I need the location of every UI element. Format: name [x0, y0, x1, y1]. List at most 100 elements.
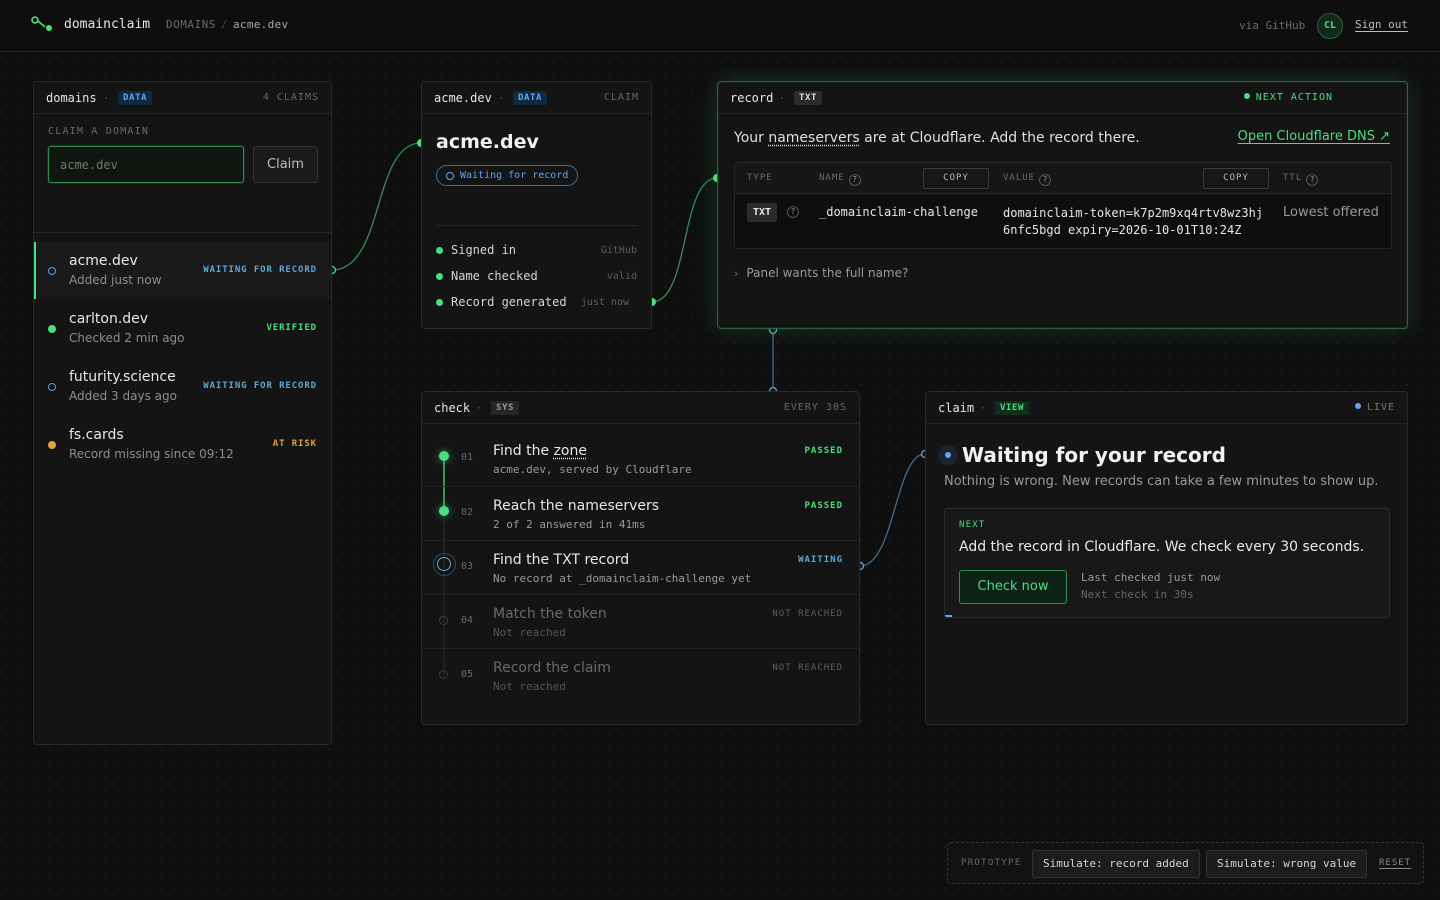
col-value-label: VALUE — [1003, 173, 1036, 183]
check-step-01: 01 Find the zone acme.dev, served by Clo… — [422, 432, 859, 486]
col-name: NAME? — [819, 173, 861, 186]
breadcrumb-root[interactable]: DOMAINS — [166, 18, 216, 31]
view-panel-header: claim · VIEW LIVE — [926, 392, 1407, 424]
domain-name: carlton.dev — [69, 311, 149, 327]
check-step-03: 03 Find the TXT record No record at _dom… — [422, 540, 859, 594]
domain-item-futurity[interactable]: futurity.science Added 3 days ago WAITIN… — [34, 358, 331, 415]
step-title: Record the claim — [493, 660, 611, 676]
checklist-meta: just now — [580, 297, 629, 308]
help-icon[interactable]: ? — [1039, 174, 1052, 186]
step-node — [439, 506, 449, 516]
checklist-label: Name checked — [451, 269, 538, 283]
domain-name: futurity.science — [69, 369, 176, 385]
nameservers-link[interactable]: nameservers — [768, 130, 859, 146]
panel-title: acme.dev — [434, 91, 492, 105]
step-number: 05 — [461, 669, 474, 680]
record-panel: record · TXT NEXT ACTION Your nameserver… — [717, 81, 1408, 329]
live-indicator: LIVE — [1355, 402, 1395, 413]
step-node — [439, 616, 448, 625]
step-title: Find the TXT record — [493, 552, 630, 568]
title-dot: · — [104, 91, 108, 105]
domain-item-fscards[interactable]: fs.cards Record missing since 09:12 AT R… — [34, 416, 331, 473]
status-badge: WAITING FOR RECORD — [203, 265, 317, 275]
avatar[interactable]: CL — [1317, 13, 1343, 39]
step-title: Reach the nameservers — [493, 498, 660, 514]
breadcrumb: DOMAINS / acme.dev — [166, 18, 288, 31]
status-dot — [48, 267, 56, 275]
next-check-progress-bar — [945, 615, 952, 617]
brand-name[interactable]: domainclaim — [64, 17, 150, 32]
divider — [436, 225, 637, 226]
check-now-button[interactable]: Check now — [959, 570, 1067, 604]
status-dot — [48, 325, 56, 333]
checklist-label: Record generated — [451, 295, 567, 309]
record-panel-header: record · TXT NEXT ACTION — [718, 82, 1407, 114]
domain-sub: Added 3 days ago — [69, 389, 177, 403]
status-badge: WAITING FOR RECORD — [203, 381, 317, 391]
panel-title: claim — [938, 401, 975, 415]
check-panel: check · SYS EVERY 30S 01 Find the zone a… — [421, 391, 860, 725]
copy-value-button[interactable]: COPY — [1203, 168, 1269, 189]
step-title-text: Find the — [493, 443, 554, 459]
claim-panel-header: acme.dev · DATA CLAIM — [422, 82, 651, 114]
checklist-item: Signed in GitHub — [436, 242, 637, 258]
col-name-label: NAME — [819, 173, 845, 183]
check-dot — [436, 299, 443, 306]
help-icon[interactable]: ? — [787, 206, 799, 218]
title-dot: · — [780, 91, 784, 105]
panel-kind: CLAIM — [603, 92, 639, 103]
message-prefix: Your — [734, 130, 764, 146]
claim-domain-input[interactable] — [48, 146, 244, 183]
status-badge: AT RISK — [272, 439, 317, 449]
simulate-wrong-value-button[interactable]: Simulate: wrong value — [1206, 850, 1368, 878]
claim-detail-panel: acme.dev · DATA CLAIM acme.dev Waiting f… — [421, 81, 652, 329]
domain-item-acme[interactable]: acme.dev Added just now WAITING FOR RECO… — [34, 242, 331, 299]
next-step-card: NEXT Add the record in Cloudflare. We ch… — [944, 508, 1390, 618]
status-dot — [48, 383, 56, 391]
chevron-right-icon: › — [734, 267, 739, 280]
sys-tag: SYS — [491, 401, 520, 415]
auth-provider: via GitHub — [1239, 19, 1306, 32]
full-name-disclosure[interactable]: › Panel wants the full name? — [734, 266, 908, 280]
record-value[interactable]: domainclaim-token=k7p2m9xq4rtv8wz3hj 6nf… — [1003, 205, 1273, 239]
open-cloudflare-dns-link[interactable]: Open Cloudflare DNS ↗ — [1238, 129, 1390, 144]
next-instruction: Add the record in Cloudflare. We check e… — [959, 539, 1365, 555]
domain-name: acme.dev — [69, 253, 138, 269]
wire-claim-to-record — [651, 177, 718, 303]
record-type-badge: TXT — [747, 203, 778, 222]
wire-domains-to-claim — [331, 142, 422, 271]
title-dot: · — [981, 401, 985, 415]
check-interval: EVERY 30S — [783, 402, 847, 413]
simulate-record-added-button[interactable]: Simulate: record added — [1032, 850, 1200, 878]
panel-title: domains — [46, 91, 97, 105]
step-detail: acme.dev, served by Cloudflare — [493, 463, 692, 476]
sign-out-link[interactable]: Sign out — [1355, 18, 1408, 31]
step-number: 04 — [461, 615, 474, 626]
help-icon[interactable]: ? — [848, 174, 861, 186]
breadcrumb-separator: / — [220, 18, 228, 31]
prototype-toolbar: PROTOTYPE Simulate: record added Simulat… — [947, 842, 1424, 884]
check-step-05: 05 Record the claim Not reached NOT REAC… — [422, 648, 859, 702]
zone-link[interactable]: zone — [554, 443, 587, 459]
claim-button[interactable]: Claim — [253, 146, 318, 183]
help-icon[interactable]: ? — [1306, 174, 1319, 186]
status-dot — [48, 441, 56, 449]
record-ttl: Lowest offered — [1283, 205, 1379, 220]
step-node — [439, 670, 448, 679]
checklist-label: Signed in — [451, 243, 517, 257]
reset-link[interactable]: RESET — [1379, 858, 1411, 868]
step-number: 02 — [461, 507, 474, 518]
step-detail: No record at _domainclaim-challenge yet — [493, 572, 752, 585]
check-dot — [436, 247, 443, 254]
record-name[interactable]: _domainclaim-challenge — [819, 205, 978, 219]
domain-item-carlton[interactable]: carlton.dev Checked 2 min ago VERIFIED — [34, 300, 331, 357]
col-type: TYPE — [747, 173, 773, 183]
step-title: Find the zone — [493, 443, 587, 459]
copy-name-button[interactable]: COPY — [923, 168, 989, 189]
waiting-subtext: Nothing is wrong. New records can take a… — [944, 474, 1379, 489]
message-suffix: are at Cloudflare. Add the record there. — [864, 130, 1140, 146]
divider — [34, 232, 331, 233]
data-tag: DATA — [118, 91, 153, 105]
title-dot: · — [477, 401, 481, 415]
step-status: PASSED — [804, 446, 843, 456]
